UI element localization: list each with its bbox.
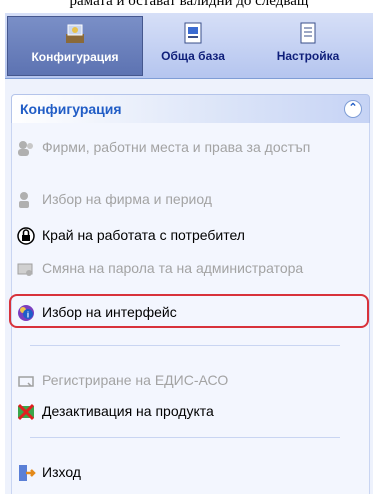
menu-item-select-company-period[interactable]: Избор на фирма и период [16,190,362,208]
menu-item-exit[interactable]: Изход [16,463,362,481]
menu-item-end-user-session[interactable]: Край на работата с потребител [16,226,362,245]
panel-title: Конфигурация [20,101,122,117]
exit-icon [19,465,36,481]
double-chevron-up-icon[interactable]: ⌃ [344,100,362,118]
menu-item-deactivate-product[interactable]: Дезактивация на продукта [16,402,362,421]
top-caption-text: рамата и остават валидни до следващ [69,0,309,9]
menu-item-companies-workplaces[interactable]: Фирми, работни места и права за достъп [16,138,362,156]
toolbar-button-configuration[interactable]: Конфигурация [7,16,143,76]
highlight-frame [9,294,369,328]
configuration-icon [66,24,84,43]
panel-header[interactable]: Конфигурация ⌃ [11,94,370,124]
database-icon [184,22,202,44]
toolbar-button-settings[interactable]: Настройка [249,16,367,74]
password-icon [17,263,33,276]
separator [30,345,340,346]
settings-icon [300,22,316,44]
register-icon [18,376,34,387]
users-icon [18,141,33,156]
separator [30,437,340,438]
menu-item-change-admin-password[interactable]: Смяна на парола та на администратора [16,259,362,277]
toolbar: Конфигурация Обща база Настройка [5,13,373,79]
toolbar-button-common-base[interactable]: Обща база [145,16,241,74]
menu-item-register-edis[interactable]: Регистриране на ЕДИС-АСО [16,371,362,389]
company-icon [19,192,29,208]
deactivate-icon [17,403,35,421]
lock-icon [17,227,35,245]
